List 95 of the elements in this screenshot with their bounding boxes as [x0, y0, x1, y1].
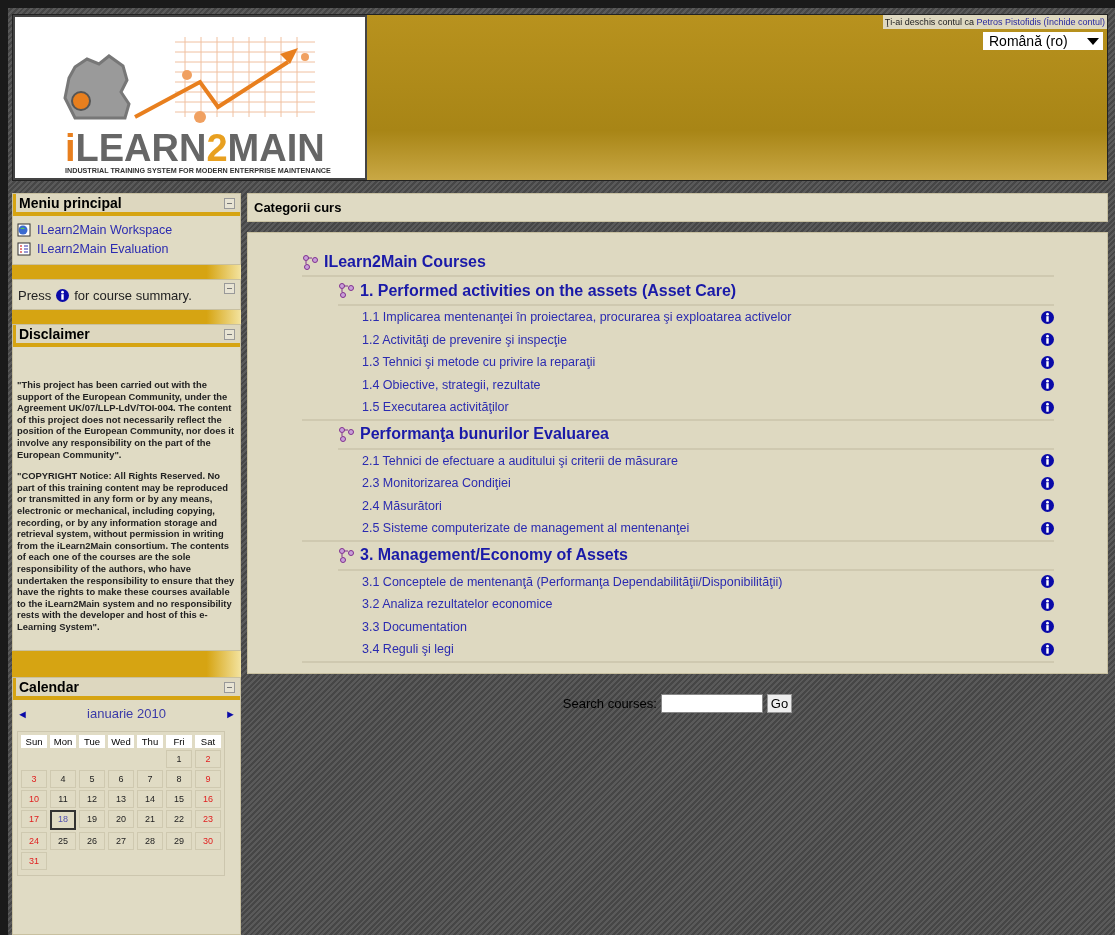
course-link[interactable]: 2.3 Monitorizarea Condiţiei — [362, 476, 511, 491]
info-icon[interactable] — [1041, 310, 1054, 324]
globe-icon — [17, 222, 31, 237]
disclaimer-text: "COPYRIGHT Notice: All Rights Reserved. No part of this training content may be reproduced or transmitted in any form or by any means, electronic or mechanical, including copying, recording, or by any information storage and retrieval system, without permission in writing from the iLearn2Main consortium. The contents of each one of the courses are the sole responsibility of the authors, who have undertaken the responsibility to ensure that they have the rights to make these courses available to the iLearn2Main system and no responsibility rests with the developer and host of this e-Learning System". — [17, 470, 236, 633]
search-field[interactable] — [660, 693, 763, 713]
category-link[interactable]: ILearn2Main Courses — [324, 253, 486, 271]
weekday-header: Tue — [79, 735, 105, 749]
calendar-day[interactable]: 30 — [195, 832, 221, 851]
checklist-icon — [17, 241, 31, 256]
login-status: Ţi-ai deschis contul ca Petros Pistofidis (Închide contul) — [882, 15, 1107, 29]
info-icon[interactable] — [1041, 355, 1054, 369]
course-link[interactable]: 1.2 Activităţi de prevenire şi inspecţie — [362, 332, 567, 347]
calendar-day[interactable]: 22 — [166, 810, 192, 829]
info-icon[interactable] — [56, 289, 70, 302]
dropdown-arrow-icon — [1087, 37, 1099, 45]
calendar-day[interactable]: 27 — [108, 832, 134, 851]
disclaimer-text: "This project has been carried out with the support of the European Community, under the Agreement UK/07/LLP-LdV/TOI-004. The content of this project does not necessarily reflect the position of the European Community, nor does it involve any responsibility on the part of the European Community". — [17, 379, 235, 461]
weekday-header: Sat — [195, 735, 221, 749]
search-label: Search courses: — [562, 695, 657, 711]
info-icon[interactable] — [1041, 642, 1054, 656]
calendar-day[interactable]: 25 — [50, 832, 76, 851]
collapse-icon[interactable] — [224, 197, 235, 209]
category-link[interactable]: 1. Performed activities on the assets (Asset Care) — [360, 281, 737, 300]
course-link[interactable]: 1.3 Tehnici şi metode cu privire la reparaţii — [362, 355, 596, 370]
collapse-icon[interactable] — [224, 283, 235, 294]
block-title: Calendar — [19, 679, 79, 696]
category-icon — [338, 546, 355, 564]
calendar-day[interactable]: 4 — [50, 770, 76, 789]
course-link[interactable]: 1.4 Obiective, strategii, rezultate — [362, 377, 541, 392]
calendar-day[interactable]: 5 — [79, 770, 105, 789]
section-title: Categorii curs — [247, 193, 1108, 222]
calendar-day[interactable]: 7 — [137, 770, 163, 789]
course-link[interactable]: 2.1 Tehnici de efectuare a auditului şi criterii de măsurare — [362, 453, 678, 468]
hint-text: Press — [18, 288, 52, 303]
info-icon[interactable] — [1041, 476, 1054, 490]
calendar-day[interactable]: 23 — [195, 810, 221, 829]
user-link[interactable]: Petros Pistofidis — [976, 17, 1041, 27]
calendar-day[interactable]: 11 — [50, 790, 76, 809]
course-link[interactable]: 3.2 Analiza rezultatelor economice — [362, 597, 553, 612]
next-month-arrow[interactable]: ► — [225, 707, 236, 720]
calendar-day[interactable]: 12 — [79, 790, 105, 809]
calendar-day[interactable]: 1 — [166, 750, 192, 769]
block-title: Meniu principal — [19, 195, 122, 211]
weekday-header: Mon — [50, 735, 76, 749]
course-link[interactable]: 1.5 Executarea activităţilor — [362, 400, 509, 415]
calendar-day[interactable]: 20 — [108, 810, 134, 829]
category-link[interactable]: 3. Management/Economy of Assets — [360, 546, 628, 564]
category-link[interactable]: Performanţa bunurilor Evaluarea — [360, 425, 609, 443]
calendar-day[interactable]: 21 — [137, 810, 163, 829]
course-link[interactable]: 2.4 Măsurători — [362, 498, 442, 513]
weekday-header: Sun — [21, 735, 47, 749]
menu-link[interactable]: ILearn2Main Evaluation — [37, 241, 169, 256]
month-title[interactable]: ianuarie 2010 — [87, 706, 166, 722]
course-link[interactable]: 3.1 Conceptele de mentenanţă (Performanţa Dependabilităţii/Disponibilităţii) — [362, 574, 783, 589]
language-select[interactable]: Română (ro) — [983, 32, 1103, 50]
info-icon[interactable] — [1041, 499, 1054, 513]
calendar-day[interactable]: 19 — [79, 810, 105, 829]
info-icon[interactable] — [1041, 597, 1054, 611]
previous-month-arrow[interactable]: ◄ — [17, 707, 28, 720]
course-link[interactable]: 3.3 Documentation — [362, 619, 467, 634]
info-icon[interactable] — [1041, 575, 1054, 589]
calendar-day[interactable]: 13 — [108, 790, 134, 809]
go-button[interactable]: Go — [766, 693, 793, 713]
block-title: Disclaimer — [19, 326, 90, 342]
course-link[interactable]: 1.1 Implicarea mentenanţei în proiectarea, procurarea şi exploatarea activelor — [362, 310, 792, 325]
category-icon — [338, 282, 355, 299]
course-link[interactable]: 2.5 Sisteme computerizate de management al mentenanţei — [362, 521, 690, 536]
logo-wordmark: iLEARN2MAIN — [65, 127, 325, 169]
calendar-day[interactable]: 14 — [137, 790, 163, 809]
calendar-day[interactable]: 28 — [137, 832, 163, 851]
info-icon[interactable] — [1041, 400, 1054, 414]
calendar-day[interactable]: 18 — [50, 810, 76, 831]
weekday-header: Fri — [166, 735, 192, 749]
hint-text: for course summary. — [74, 288, 192, 303]
calendar-day[interactable]: 8 — [166, 770, 192, 789]
category-icon — [302, 253, 319, 271]
logout-link[interactable]: (Închide contul) — [1043, 17, 1105, 27]
weekday-header: Wed — [108, 735, 134, 749]
course-link[interactable]: 3.4 Reguli şi legi — [362, 642, 454, 657]
info-icon[interactable] — [1041, 333, 1054, 347]
calendar-day[interactable]: 17 — [21, 810, 47, 829]
calendar-day[interactable]: 15 — [166, 790, 192, 809]
calendar-day[interactable]: 6 — [108, 770, 134, 789]
calendar-day[interactable]: 3 — [21, 770, 47, 789]
info-icon[interactable] — [1041, 620, 1054, 634]
info-icon[interactable] — [1041, 454, 1054, 468]
calendar-day[interactable]: 29 — [166, 832, 192, 851]
weekday-header: Thu — [137, 735, 163, 749]
collapse-icon[interactable] — [224, 328, 235, 340]
info-icon[interactable] — [1041, 521, 1054, 535]
calendar-day[interactable]: 26 — [79, 832, 105, 851]
menu-link[interactable]: ILearn2Main Workspace — [37, 222, 173, 237]
info-icon[interactable] — [1041, 378, 1054, 392]
category-icon — [338, 425, 355, 443]
collapse-icon[interactable] — [224, 681, 235, 693]
